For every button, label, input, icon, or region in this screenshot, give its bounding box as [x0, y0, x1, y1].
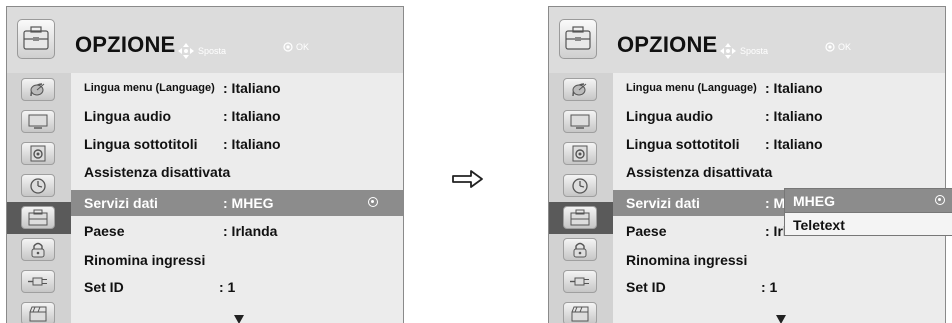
satellite-dish-icon[interactable]: [21, 78, 55, 101]
ok-hint: OK: [825, 42, 851, 52]
menu-item-country[interactable]: Paese : Irlanda: [71, 218, 403, 244]
menu-item-label: Servizi dati: [84, 195, 158, 211]
move-hint: Sposta: [719, 42, 768, 60]
clock-icon[interactable]: [563, 174, 597, 197]
menu-item-label: Paese: [84, 223, 125, 239]
move-hint-label: Sposta: [740, 46, 769, 56]
option-toolbox-icon: [559, 19, 597, 59]
menu-header: OPZIONE Sposta OK: [7, 7, 403, 73]
ok-hint-label: OK: [296, 42, 310, 52]
menu-item-label: Lingua sottotitoli: [84, 136, 198, 152]
menu-item-accessibility[interactable]: Assistenza disattivata: [613, 159, 945, 185]
menu-item-subtitle-language[interactable]: Lingua sottotitoli : Italiano: [613, 131, 945, 157]
option-toolbox-icon: [17, 19, 55, 59]
menu-item-value: : Italiano: [223, 108, 281, 124]
clapper-icon[interactable]: [21, 302, 55, 323]
navigation-arrows-icon: [720, 43, 736, 59]
menu-item-rename-inputs[interactable]: Rinomina ingressi: [71, 247, 403, 273]
selected-radio-icon: [368, 197, 378, 207]
option-menu-panel-before: OPZIONE Sposta OK Lingua menu (Language)…: [6, 6, 404, 323]
ok-hint-label: OK: [838, 42, 852, 52]
screen-icon[interactable]: [21, 110, 55, 133]
lock-icon[interactable]: [21, 238, 55, 261]
menu-item-value: : Italiano: [223, 136, 281, 152]
menu-item-label: Lingua menu (Language): [84, 82, 215, 94]
transition-arrow-icon: [452, 170, 483, 188]
menu-item-accessibility[interactable]: Assistenza disattivata: [71, 159, 403, 185]
page-title: OPZIONE: [75, 32, 176, 57]
menu-item-rename-inputs[interactable]: Rinomina ingressi: [613, 247, 945, 273]
option-icon[interactable]: [563, 206, 597, 229]
menu-item-value: : MHEG: [223, 195, 274, 211]
input-plug-icon[interactable]: [21, 270, 55, 293]
option-menu-panel-after: OPZIONE Sposta OK Lingua menu (Language)…: [548, 6, 946, 323]
menu-item-data-services[interactable]: Servizi dati : MHEG: [71, 190, 403, 216]
menu-header: OPZIONE Sposta OK: [549, 7, 945, 73]
lock-icon[interactable]: [563, 238, 597, 261]
data-services-dropdown: MHEG Teletext: [784, 188, 952, 236]
ok-button-icon: [283, 42, 293, 52]
menu-item-label: Assistenza disattivata: [626, 164, 773, 180]
menu-item-menu-language[interactable]: Lingua menu (Language) : Italiano: [71, 75, 403, 101]
input-plug-icon[interactable]: [563, 270, 597, 293]
menu-item-value: : Italiano: [765, 108, 823, 124]
dropdown-option-teletext[interactable]: Teletext: [785, 213, 952, 236]
menu-item-label: Set ID: [84, 279, 124, 295]
screen-icon[interactable]: [563, 110, 597, 133]
clapper-icon[interactable]: [563, 302, 597, 323]
menu-item-value: : 1: [761, 279, 778, 295]
speaker-icon[interactable]: [21, 142, 55, 165]
menu-item-label: Lingua audio: [84, 108, 172, 124]
menu-item-label: Lingua sottotitoli: [626, 136, 740, 152]
menu-item-label: Rinomina ingressi: [84, 252, 206, 268]
menu-item-value: : Italiano: [223, 80, 281, 96]
ok-button-icon: [825, 42, 835, 52]
dropdown-option-label: Teletext: [793, 217, 845, 233]
menu-item-label: Rinomina ingressi: [626, 252, 748, 268]
menu-item-label: Servizi dati: [626, 195, 700, 211]
dropdown-option-label: MHEG: [793, 193, 835, 209]
menu-item-label: Lingua menu (Language): [626, 82, 757, 94]
menu-item-label: Lingua audio: [626, 108, 714, 124]
dropdown-option-mheg[interactable]: MHEG: [785, 189, 952, 212]
scroll-down-arrow-icon[interactable]: [234, 315, 244, 323]
move-hint: Sposta: [177, 42, 226, 60]
menu-item-value: : Italiano: [765, 80, 823, 96]
menu-item-audio-language[interactable]: Lingua audio : Italiano: [613, 103, 945, 129]
category-sidebar: [549, 73, 613, 323]
menu-item-value: : Italiano: [765, 136, 823, 152]
menu-item-value: : 1: [219, 279, 236, 295]
menu-item-set-id[interactable]: Set ID : 1: [613, 274, 945, 300]
speaker-icon[interactable]: [563, 142, 597, 165]
menu-item-menu-language[interactable]: Lingua menu (Language) : Italiano: [613, 75, 945, 101]
satellite-dish-icon[interactable]: [563, 78, 597, 101]
scroll-down-arrow-icon[interactable]: [776, 315, 786, 323]
menu-item-label: Set ID: [626, 279, 666, 295]
selected-radio-icon: [935, 195, 945, 205]
ok-hint: OK: [283, 42, 309, 52]
option-icon[interactable]: [21, 206, 55, 229]
menu-item-set-id[interactable]: Set ID : 1: [71, 274, 403, 300]
menu-item-label: Assistenza disattivata: [84, 164, 231, 180]
page-title: OPZIONE: [617, 32, 718, 57]
menu-item-label: Paese: [626, 223, 667, 239]
menu-item-audio-language[interactable]: Lingua audio : Italiano: [71, 103, 403, 129]
clock-icon[interactable]: [21, 174, 55, 197]
move-hint-label: Sposta: [198, 46, 227, 56]
navigation-arrows-icon: [178, 43, 194, 59]
category-sidebar: [7, 73, 71, 323]
option-list: Lingua menu (Language) : Italiano Lingua…: [71, 73, 403, 323]
menu-item-value: : Irlanda: [223, 223, 278, 239]
menu-item-subtitle-language[interactable]: Lingua sottotitoli : Italiano: [71, 131, 403, 157]
